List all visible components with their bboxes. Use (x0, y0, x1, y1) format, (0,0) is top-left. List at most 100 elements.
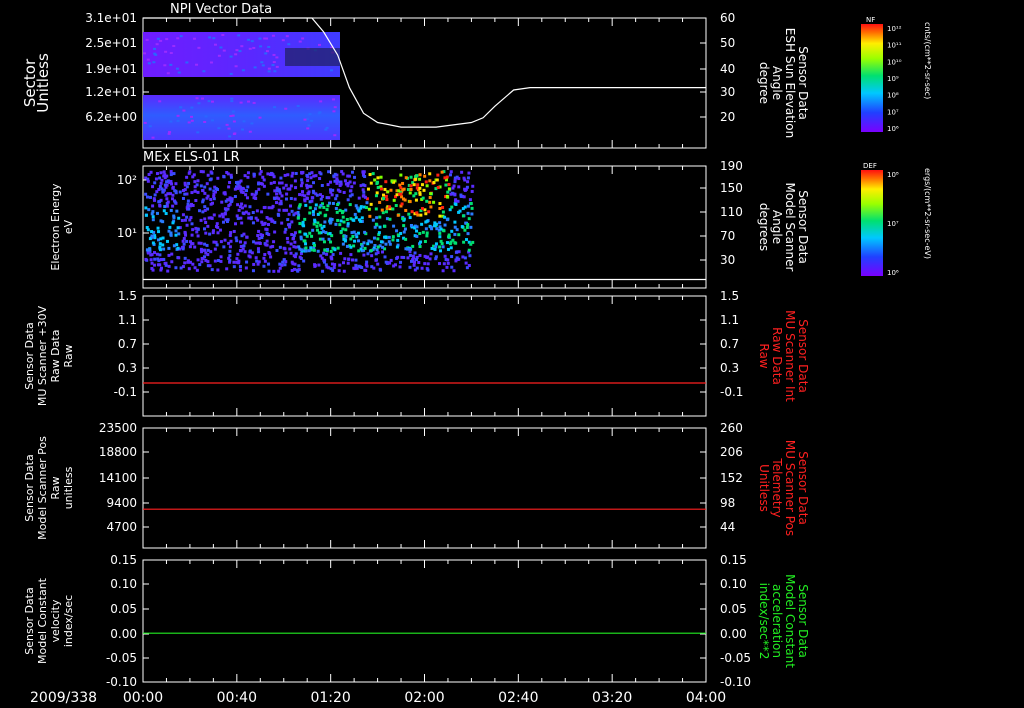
heatmap-cell (242, 187, 246, 191)
heatmap-cell (216, 231, 220, 235)
heatmap-cell (331, 268, 335, 272)
panel-frame (142, 427, 707, 549)
heatmap-cell (265, 227, 269, 231)
heatmap-cell (444, 183, 448, 187)
heatmap-cell (147, 208, 151, 212)
heatmap-cell (355, 206, 359, 210)
heatmap-cell (248, 47, 252, 50)
heatmap-cell (288, 222, 292, 226)
heatmap-cell (357, 218, 361, 222)
heatmap-cell (172, 244, 176, 248)
heatmap-cell (191, 175, 195, 179)
heatmap-cell (438, 262, 442, 266)
heatmap-cell (364, 268, 368, 272)
y2-axis-label: Sensor Data (796, 451, 810, 525)
heatmap-cell (208, 36, 212, 39)
heatmap-cell (170, 182, 174, 186)
heatmap-cell (235, 239, 239, 243)
heatmap-cell (170, 252, 174, 256)
heatmap-cell (415, 225, 419, 229)
heatmap-cell (319, 172, 323, 176)
heatmap-cell (446, 261, 450, 265)
heatmap-cell (376, 262, 380, 266)
heatmap-cell (191, 203, 195, 207)
heatmap-cell (190, 119, 194, 122)
heatmap-cell (182, 237, 186, 241)
heatmap-cell (308, 206, 312, 210)
heatmap-cell (237, 208, 241, 212)
heatmap-cell (255, 209, 259, 213)
heatmap-cell (348, 194, 352, 198)
heatmap-cell (343, 257, 347, 261)
heatmap-cell (180, 218, 184, 222)
heatmap-cell (153, 198, 157, 202)
heatmap-cell (280, 181, 284, 185)
y2-tick-label: 0.10 (720, 577, 747, 591)
heatmap-cell (354, 258, 358, 262)
heatmap-cell (236, 216, 240, 220)
heatmap-cell (328, 232, 332, 236)
heatmap-cell (273, 70, 277, 73)
heatmap-cell (400, 202, 404, 206)
heatmap-cell (376, 245, 380, 249)
colorbar-tick-label: 10⁸ (887, 92, 899, 100)
heatmap-cell (199, 218, 203, 222)
heatmap-cell (150, 212, 154, 216)
heatmap-cell (318, 111, 322, 114)
heatmap-cell (176, 114, 180, 117)
y2-tick-label: 206 (720, 445, 743, 459)
heatmap-cell (365, 260, 369, 264)
heatmap-cell (282, 208, 286, 212)
heatmap-cell (159, 171, 163, 175)
y-axis-label: Model Constant (36, 577, 49, 664)
heatmap-cell (394, 204, 398, 208)
heatmap-cell (401, 217, 405, 221)
heatmap-cell (468, 198, 472, 202)
heatmap-cell (433, 247, 437, 251)
heatmap-cell (209, 61, 213, 64)
heatmap-cell (399, 231, 403, 235)
heatmap-cell (160, 178, 164, 182)
heatmap-cell (404, 237, 408, 241)
heatmap-cell (366, 252, 370, 256)
heatmap-cell (285, 208, 289, 212)
heatmap-cell (294, 211, 298, 215)
heatmap-cell (343, 179, 347, 183)
heatmap-cell (452, 269, 456, 273)
heatmap-cell (171, 221, 175, 225)
heatmap-cell (319, 203, 323, 207)
heatmap-cell (259, 45, 263, 48)
heatmap-cell (197, 102, 201, 105)
heatmap-cell (418, 177, 422, 181)
y-tick-label: -0.1 (114, 385, 137, 399)
heatmap-cell (294, 171, 298, 175)
heatmap-cell (363, 230, 367, 234)
heatmap-cell (366, 187, 370, 191)
heatmap-cell (297, 213, 301, 217)
heatmap-cell (158, 248, 162, 252)
heatmap-cell (312, 174, 316, 178)
heatmap-cell (229, 239, 233, 243)
y-axis-label: Model Scanner Pos (36, 436, 49, 540)
heatmap-cell (240, 45, 244, 48)
heatmap-cell (200, 260, 204, 264)
heatmap-cell (338, 223, 342, 227)
heatmap-cell (228, 202, 232, 206)
heatmap-cell (418, 245, 422, 249)
heatmap-cell (190, 106, 194, 109)
heatmap-cell (367, 207, 371, 211)
heatmap-cell (146, 195, 150, 199)
heatmap-cell (270, 172, 274, 176)
colorbar-nf: NF 10¹² 10¹¹ 10¹⁰ 10⁹ 10⁸ 10⁷ 10⁶ cnts/(cm**2-… (861, 16, 932, 133)
heatmap-cell (378, 215, 382, 219)
heatmap-cell (406, 247, 410, 251)
heatmap-cell (353, 239, 357, 243)
heatmap-cell (179, 106, 183, 109)
heatmap-cell (245, 235, 249, 239)
heatmap-cell (301, 223, 305, 227)
heatmap-cell (342, 220, 346, 224)
heatmap-cell (294, 245, 298, 249)
heatmap-cell (298, 204, 302, 208)
heatmap-cell (414, 258, 418, 262)
heatmap-cell (314, 203, 318, 207)
